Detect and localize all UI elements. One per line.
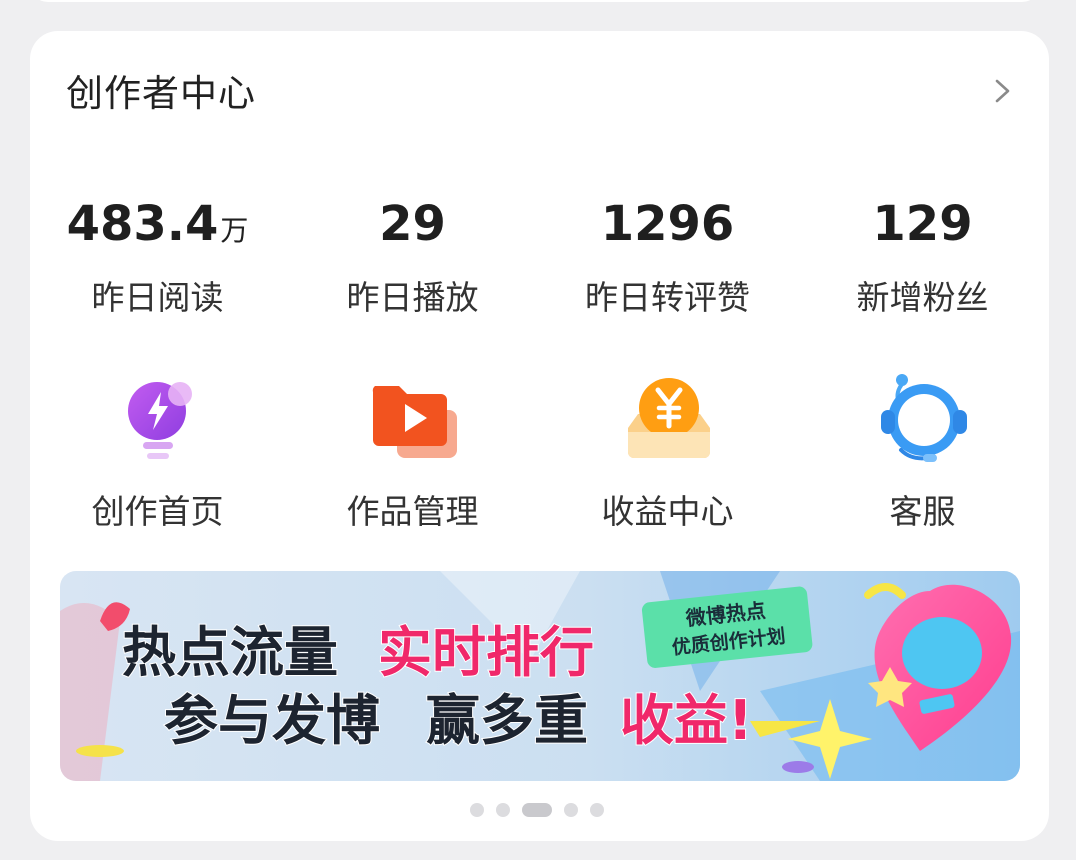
hot-topic-banner[interactable]: 微博热点 优质创作计划 热点流量 实时排行 参与发博 赢多重 收益!	[60, 571, 1020, 781]
stat-label: 昨日转评赞	[585, 278, 750, 317]
creator-center-card: 创作者中心 483.4万 昨日阅读 29 昨日播放 1296 昨日转评赞 129…	[30, 31, 1049, 841]
stat-read[interactable]: 483.4万 昨日阅读	[30, 194, 285, 324]
banner-headline-1a: 热点流量	[122, 621, 338, 684]
stats-row: 483.4万 昨日阅读 29 昨日播放 1296 昨日转评赞 129 新增粉丝	[30, 194, 1049, 324]
carousel-dot[interactable]	[590, 803, 604, 817]
tool-customer-service[interactable]: 客服	[795, 374, 1050, 544]
stat-value: 1296	[600, 196, 735, 252]
stat-label: 昨日阅读	[91, 278, 224, 317]
tools-row: 创作首页 作品管理 收益中心 客服	[30, 374, 1049, 544]
card-title: 创作者中心	[66, 72, 256, 115]
stat-number: 483.4	[66, 196, 219, 252]
banner-headline-2b: 赢多重	[426, 689, 588, 752]
chevron-right-icon[interactable]	[990, 79, 1014, 103]
stat-label: 新增粉丝	[856, 278, 989, 317]
tool-creation-home[interactable]: 创作首页	[30, 374, 285, 544]
carousel-dot[interactable]	[564, 803, 578, 817]
carousel-dot-active[interactable]	[522, 803, 552, 817]
card-header[interactable]: 创作者中心	[66, 69, 1016, 119]
stat-value: 483.4万	[30, 194, 285, 261]
previous-card-edge	[30, 0, 1040, 2]
stat-play[interactable]: 29 昨日播放	[285, 194, 540, 324]
tool-label: 作品管理	[346, 492, 479, 531]
stat-label: 昨日播放	[346, 278, 479, 317]
carousel-dot[interactable]	[470, 803, 484, 817]
tool-revenue-center[interactable]: 收益中心	[540, 374, 795, 544]
stat-new-fans[interactable]: 129 新增粉丝	[795, 194, 1050, 324]
banner-headline-1b: 实时排行	[378, 621, 594, 684]
stat-engagement[interactable]: 1296 昨日转评赞	[540, 194, 795, 324]
banner-decoration	[76, 745, 124, 757]
stat-value: 129	[872, 196, 973, 252]
yuan-coin-icon	[628, 378, 710, 458]
stat-unit: 万	[220, 214, 249, 247]
carousel-indicator	[470, 803, 610, 819]
stat-value: 29	[379, 196, 446, 252]
carousel-dot[interactable]	[496, 803, 510, 817]
tool-works-management[interactable]: 作品管理	[285, 374, 540, 544]
banner-headline-2c: 收益!	[620, 689, 753, 752]
headset-icon	[881, 374, 967, 462]
tool-label: 创作首页	[91, 492, 224, 531]
tool-label: 收益中心	[601, 492, 734, 531]
tool-label: 客服	[889, 492, 956, 531]
banner-headline-2a: 参与发博	[164, 689, 380, 752]
lightbulb-icon	[128, 382, 192, 459]
video-folder-icon	[372, 386, 457, 458]
banner-decoration	[782, 761, 814, 773]
